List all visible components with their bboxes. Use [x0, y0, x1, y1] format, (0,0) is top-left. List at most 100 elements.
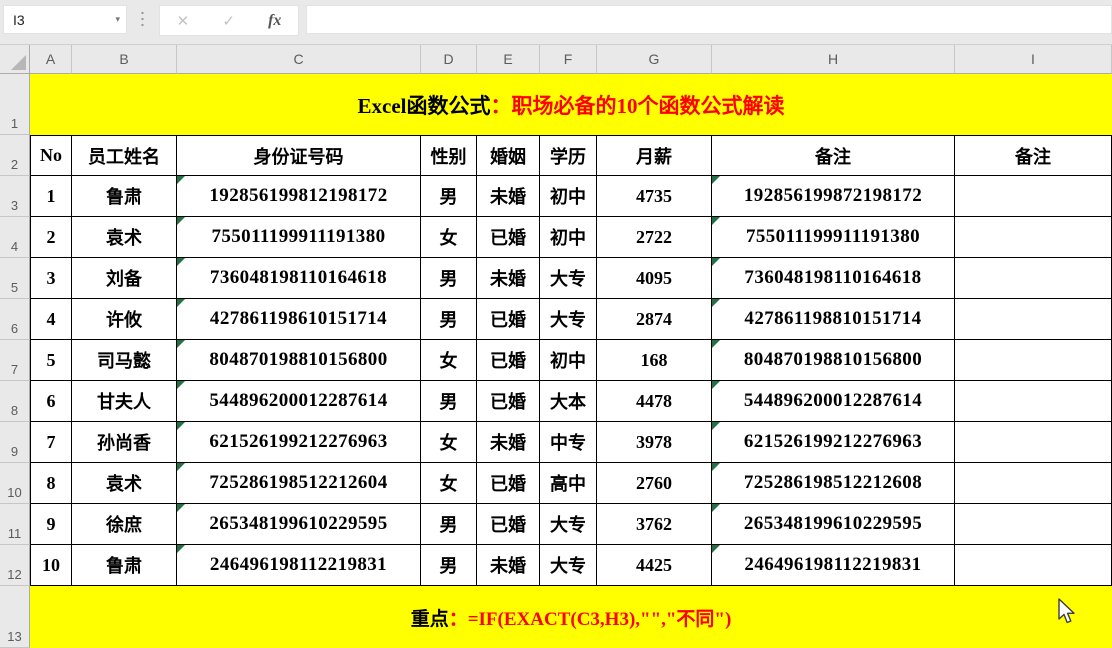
cell-id-number[interactable]: 192856199812198172 [177, 176, 421, 217]
cell-name[interactable]: 刘备 [72, 258, 177, 299]
cell-salary[interactable]: 3762 [597, 504, 712, 545]
cell-name[interactable]: 徐庶 [72, 504, 177, 545]
cell-remark-empty[interactable] [955, 463, 1112, 504]
cell-education[interactable]: 大专 [540, 299, 597, 340]
cell-no[interactable]: 4 [30, 299, 72, 340]
cell-gender[interactable]: 女 [421, 217, 477, 258]
cell-name[interactable]: 许攸 [72, 299, 177, 340]
cell-education[interactable]: 高中 [540, 463, 597, 504]
cell-note[interactable]: 246496198112219831 [712, 545, 955, 586]
row-number[interactable]: 6 [0, 299, 30, 340]
chevron-down-icon[interactable]: ▾ [115, 14, 120, 25]
cell-no[interactable]: 1 [30, 176, 72, 217]
row-number[interactable]: 9 [0, 422, 30, 463]
cell-remark-empty[interactable] [955, 299, 1112, 340]
cell-no[interactable]: 8 [30, 463, 72, 504]
cell-education[interactable]: 中专 [540, 422, 597, 463]
cell-marital[interactable]: 已婚 [477, 381, 540, 422]
cell-no[interactable]: 2 [30, 217, 72, 258]
cell-name[interactable]: 甘夫人 [72, 381, 177, 422]
cell-marital[interactable]: 已婚 [477, 340, 540, 381]
cell-remark-empty[interactable] [955, 258, 1112, 299]
cell-name[interactable]: 鲁肃 [72, 176, 177, 217]
cell-id-number[interactable]: 265348199610229595 [177, 504, 421, 545]
cell-no[interactable]: 5 [30, 340, 72, 381]
cell-remark-empty[interactable] [955, 422, 1112, 463]
cell-note[interactable]: 621526199212276963 [712, 422, 955, 463]
cell-note[interactable]: 804870198810156800 [712, 340, 955, 381]
cell-note[interactable]: 265348199610229595 [712, 504, 955, 545]
select-all-corner[interactable] [0, 45, 30, 74]
cell-marital[interactable]: 未婚 [477, 545, 540, 586]
cell-salary[interactable]: 2722 [597, 217, 712, 258]
cell-id-number[interactable]: 725286198512212604 [177, 463, 421, 504]
header-employee-name[interactable]: 员工姓名 [72, 135, 177, 176]
cancel-icon[interactable]: ✕ [177, 12, 190, 30]
header-education[interactable]: 学历 [540, 135, 597, 176]
cell-no[interactable]: 6 [30, 381, 72, 422]
cell-marital[interactable]: 已婚 [477, 217, 540, 258]
cell-no[interactable]: 9 [30, 504, 72, 545]
column-header-h[interactable]: H [712, 45, 955, 74]
cell-note[interactable]: 427861198810151714 [712, 299, 955, 340]
cell-education[interactable]: 大专 [540, 504, 597, 545]
cell-marital[interactable]: 未婚 [477, 422, 540, 463]
cell-salary[interactable]: 2760 [597, 463, 712, 504]
cell-salary[interactable]: 3978 [597, 422, 712, 463]
row-number[interactable]: 4 [0, 217, 30, 258]
row-number[interactable]: 3 [0, 176, 30, 217]
cell-marital[interactable]: 已婚 [477, 504, 540, 545]
cell-gender[interactable]: 男 [421, 381, 477, 422]
cell-gender[interactable]: 男 [421, 176, 477, 217]
header-id-number[interactable]: 身份证号码 [177, 135, 421, 176]
cell-education[interactable]: 大专 [540, 545, 597, 586]
header-marital[interactable]: 婚姻 [477, 135, 540, 176]
cell-note[interactable]: 544896200012287614 [712, 381, 955, 422]
row-number[interactable]: 1 [0, 74, 30, 135]
column-header-e[interactable]: E [477, 45, 540, 74]
formula-bar-input[interactable] [306, 5, 1112, 34]
column-header-b[interactable]: B [72, 45, 177, 74]
cell-remark-empty[interactable] [955, 504, 1112, 545]
cell-no[interactable]: 10 [30, 545, 72, 586]
cell-name[interactable]: 鲁肃 [72, 545, 177, 586]
cell-name[interactable]: 袁术 [72, 463, 177, 504]
row-number[interactable]: 5 [0, 258, 30, 299]
cell-education[interactable]: 大本 [540, 381, 597, 422]
cell-note[interactable]: 736048198110164618 [712, 258, 955, 299]
row-number[interactable]: 12 [0, 545, 30, 586]
cell-id-number[interactable]: 804870198810156800 [177, 340, 421, 381]
cell-no[interactable]: 3 [30, 258, 72, 299]
cell-name[interactable]: 孙尚香 [72, 422, 177, 463]
cell-salary[interactable]: 4735 [597, 176, 712, 217]
cell-name[interactable]: 司马懿 [72, 340, 177, 381]
cell-education[interactable]: 初中 [540, 217, 597, 258]
header-note[interactable]: 备注 [712, 135, 955, 176]
cell-education[interactable]: 初中 [540, 340, 597, 381]
row-number[interactable]: 8 [0, 381, 30, 422]
header-remark[interactable]: 备注 [955, 135, 1112, 176]
cell-salary[interactable]: 4478 [597, 381, 712, 422]
cell-note[interactable]: 192856199872198172 [712, 176, 955, 217]
cell-id-number[interactable]: 544896200012287614 [177, 381, 421, 422]
drag-handle-dots-icon[interactable] [141, 10, 144, 30]
row-number[interactable]: 13 [0, 586, 30, 648]
column-header-i[interactable]: I [955, 45, 1112, 74]
cell-gender[interactable]: 男 [421, 545, 477, 586]
cell-marital[interactable]: 未婚 [477, 258, 540, 299]
cell-salary[interactable]: 168 [597, 340, 712, 381]
column-header-c[interactable]: C [177, 45, 421, 74]
cell-gender[interactable]: 男 [421, 504, 477, 545]
column-header-g[interactable]: G [597, 45, 712, 74]
cell-gender[interactable]: 男 [421, 299, 477, 340]
cell-id-number[interactable]: 621526199212276963 [177, 422, 421, 463]
enter-icon[interactable]: ✓ [222, 12, 235, 30]
cell-id-number[interactable]: 736048198110164618 [177, 258, 421, 299]
cell-note[interactable]: 725286198512212608 [712, 463, 955, 504]
footer-banner-cell[interactable]: 重点：=IF(EXACT(C3,H3),"","不同") [30, 586, 1112, 648]
cell-note[interactable]: 755011199911191380 [712, 217, 955, 258]
cell-id-number[interactable]: 427861198610151714 [177, 299, 421, 340]
row-number[interactable]: 10 [0, 463, 30, 504]
cell-gender[interactable]: 女 [421, 463, 477, 504]
cell-name[interactable]: 袁术 [72, 217, 177, 258]
